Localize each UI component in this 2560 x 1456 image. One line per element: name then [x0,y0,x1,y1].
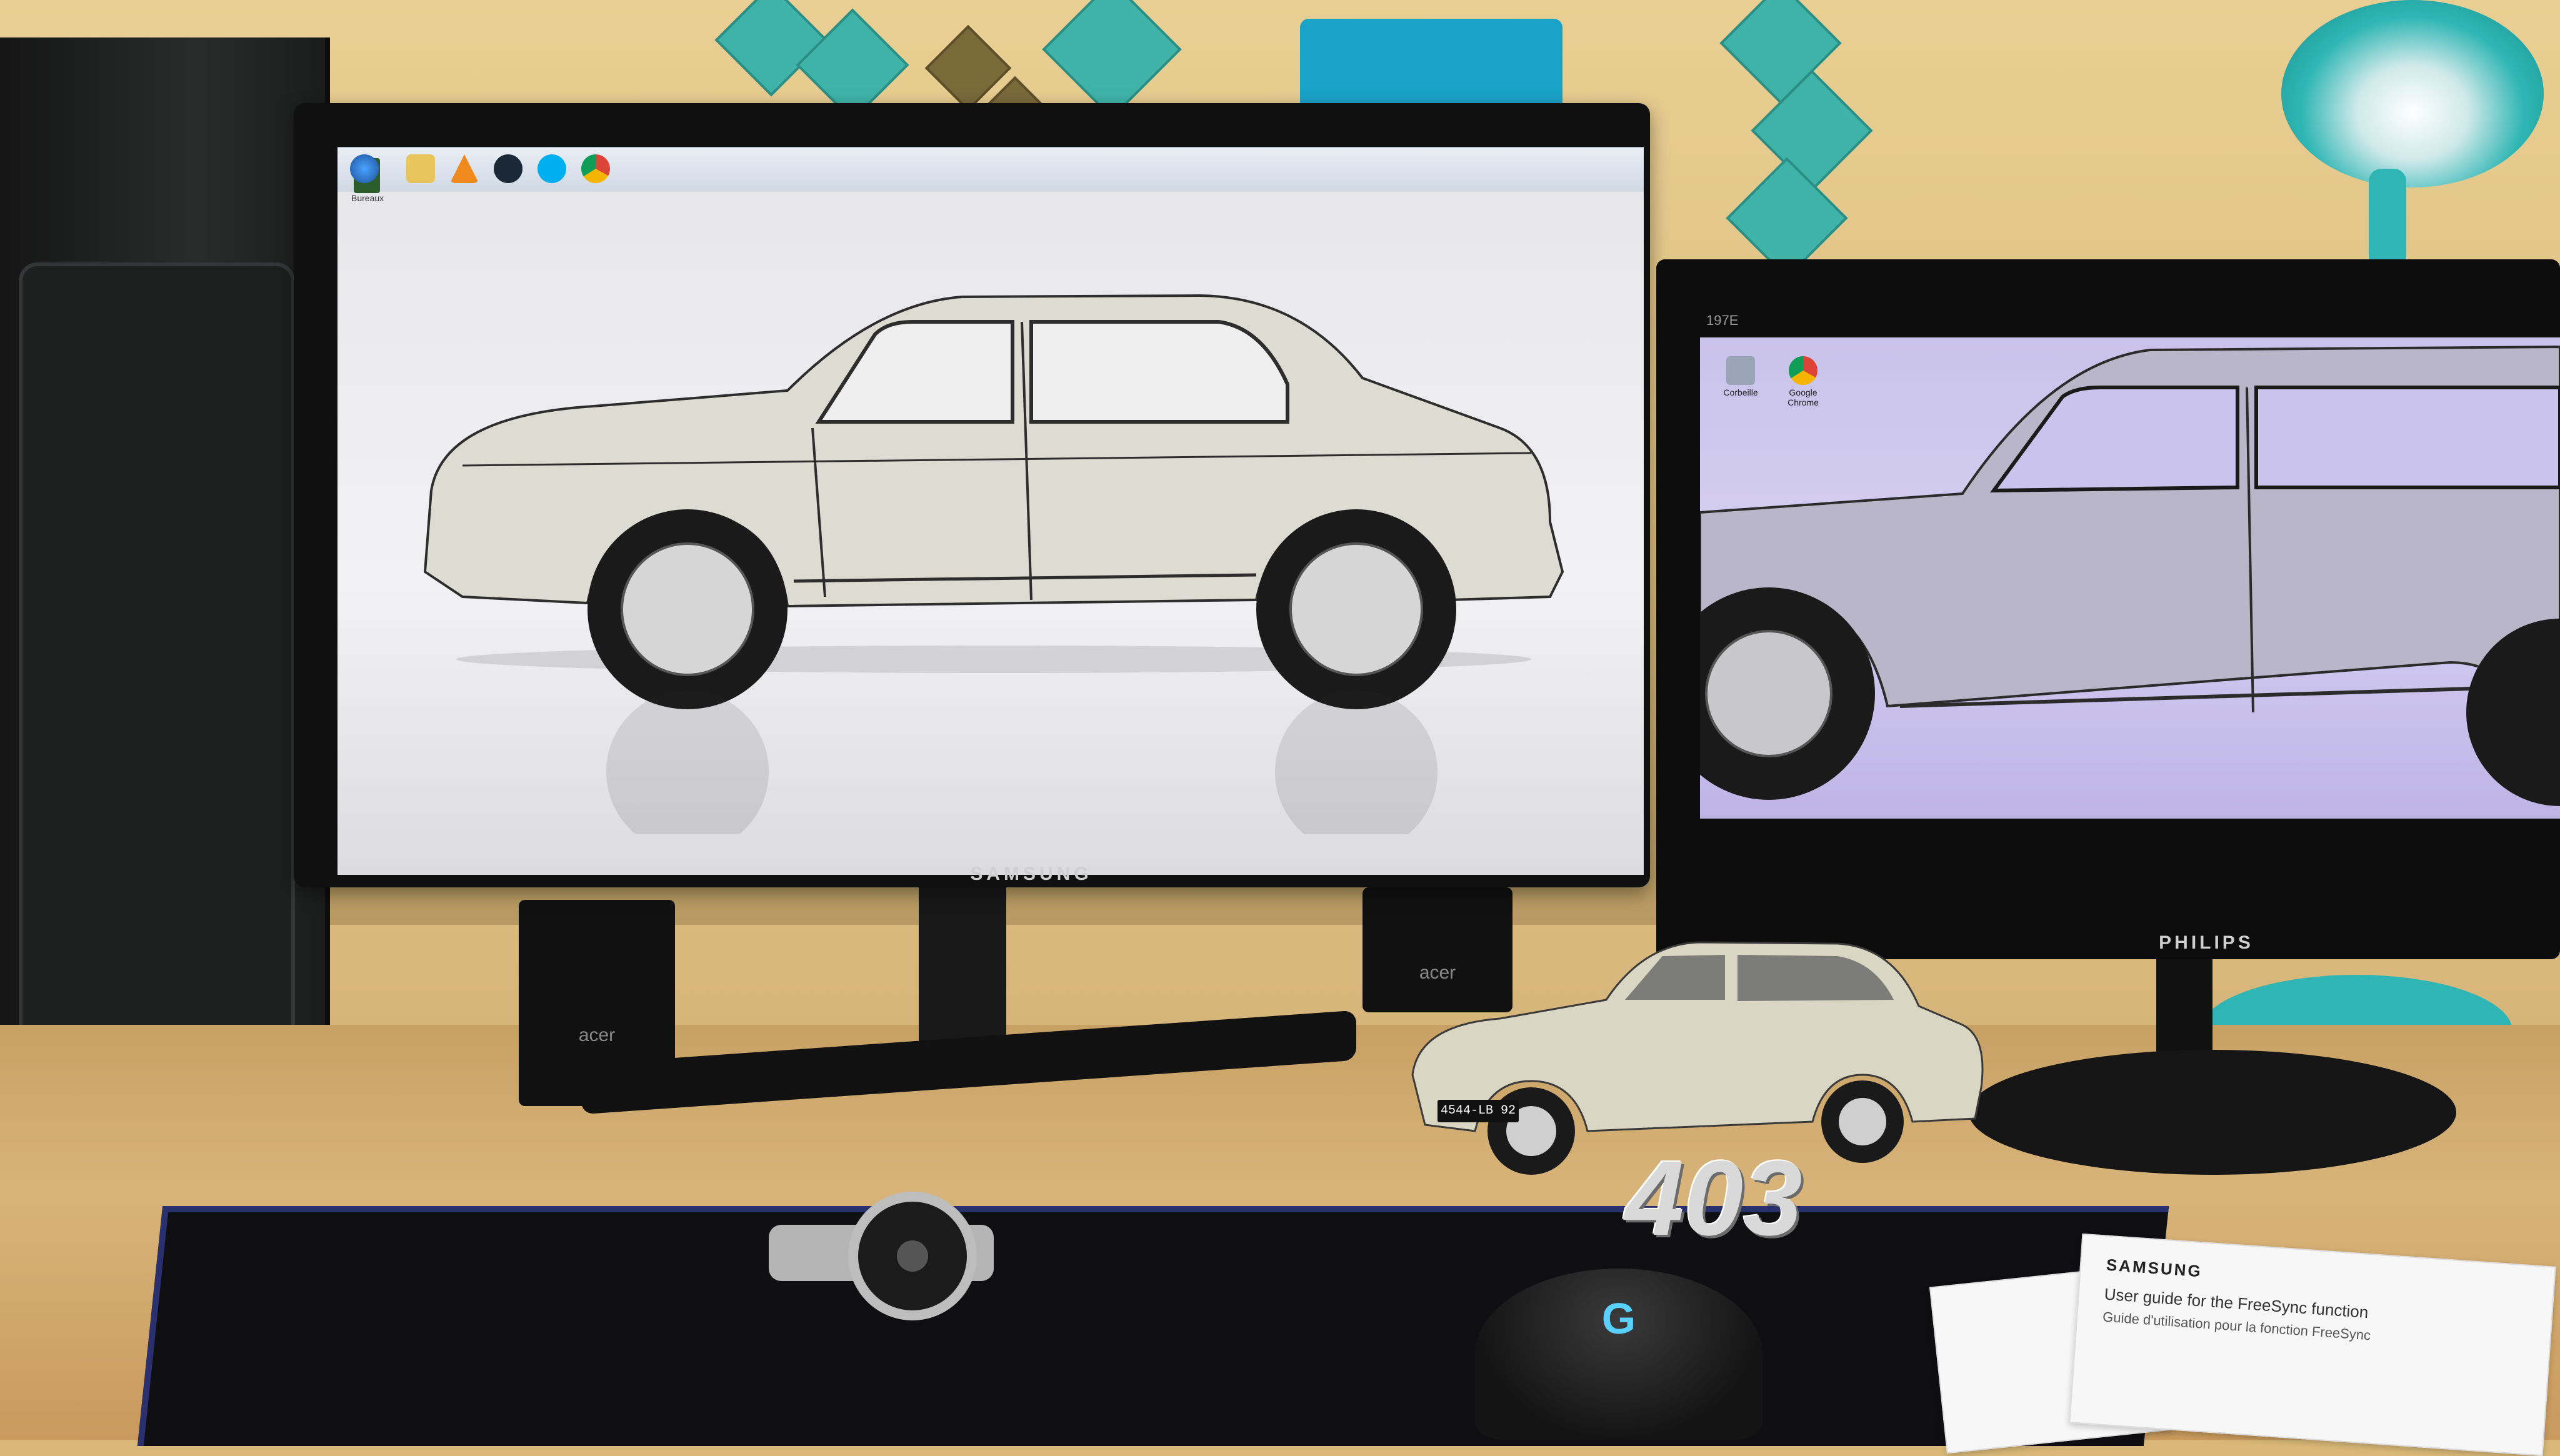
freesync-user-guide: SAMSUNG User guide for the FreeSync func… [2069,1233,2556,1456]
car-rear-hub [621,542,754,676]
car-front-window [2254,386,2560,489]
wristwatch [769,1192,994,1320]
desk-lamp-shade [2281,0,2544,187]
car-reflection [606,691,1438,834]
gaming-mouse: G [1475,1269,1762,1440]
car-front-hub [1289,542,1423,676]
speaker-brand: acer [578,1025,616,1045]
car-front-window [1029,320,1289,424]
car-emblem: 403 [1625,1139,1802,1258]
steam-icon[interactable] [494,154,522,183]
skype-icon[interactable] [538,154,566,183]
car-hub [1705,630,1832,757]
windows-taskbar [338,147,1644,192]
start-orb-icon[interactable] [350,154,379,183]
samsung-screen: Bureaux [338,147,1644,875]
desk-lamp-arm [2369,169,2406,269]
car-rear-window [1990,386,2239,493]
vlc-icon[interactable] [450,154,479,183]
mouse-logo: G [1601,1294,1636,1343]
chrome-icon[interactable] [581,154,610,183]
samsung-logo: SAMSUNG [970,864,1092,884]
philips-logo: PHILIPS [2159,932,2254,953]
philips-stand-base [1969,1050,2456,1175]
desktop-icon-label: Bureaux [351,193,384,203]
license-plate: 4544-LB 92 [1438,1100,1519,1122]
wallpaper-car [423,294,1564,834]
explorer-icon[interactable] [406,154,435,183]
philips-screen: Corbeille Google Chrome [1700,337,2560,819]
philips-model-label: 197E [1706,312,1739,328]
wallpaper-car-zoomed [1700,345,2560,806]
mousepad [137,1206,2169,1446]
